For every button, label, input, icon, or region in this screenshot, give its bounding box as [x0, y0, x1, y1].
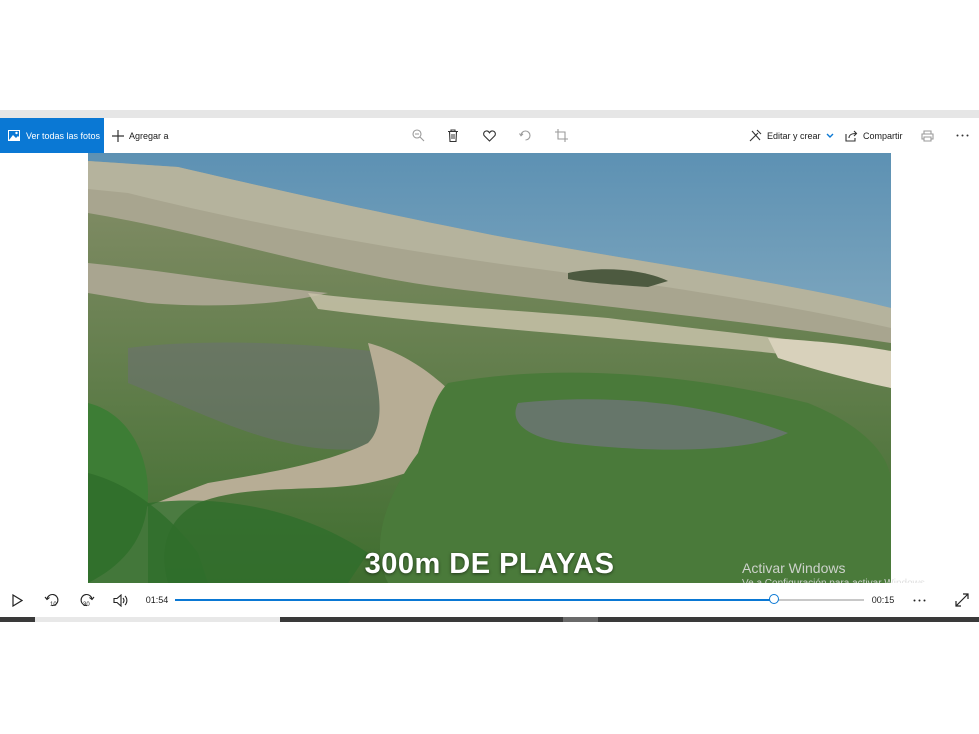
rotate-icon — [518, 130, 531, 141]
play-button[interactable] — [6, 583, 28, 617]
more-icon — [956, 134, 968, 137]
more-options-button[interactable] — [950, 118, 974, 153]
share-icon — [845, 130, 858, 142]
skip-forward-button[interactable]: 30 — [75, 583, 99, 617]
crop-icon — [554, 129, 568, 142]
volume-button[interactable] — [109, 583, 133, 617]
print-button[interactable] — [915, 118, 939, 153]
delete-icon — [448, 129, 458, 142]
edit-icon — [749, 129, 762, 142]
skip-forward-label: 30 — [83, 602, 90, 607]
view-all-photos-button[interactable]: Ver todas las fotos — [0, 118, 104, 153]
player-more-button[interactable] — [907, 583, 931, 617]
taskbar-app-button[interactable] — [563, 617, 598, 622]
delete-button[interactable] — [441, 118, 465, 153]
window-top-strip — [0, 110, 979, 118]
photos-toolbar: Ver todas las fotos Agregar a Editar y c… — [0, 118, 979, 153]
skip-back-button[interactable]: 10 — [40, 583, 64, 617]
more-icon — [913, 599, 925, 601]
taskbar-search-box[interactable] — [35, 617, 280, 622]
seek-progress — [175, 599, 775, 601]
image-icon — [8, 130, 20, 141]
watermark-title: Activar Windows — [742, 560, 846, 576]
play-icon — [11, 593, 23, 607]
view-all-photos-label: Ver todas las fotos — [26, 130, 101, 141]
add-to-button[interactable]: Agregar a — [112, 118, 169, 153]
skip-forward-icon: 30 — [80, 593, 95, 607]
add-to-label: Agregar a — [129, 130, 169, 141]
seek-thumb[interactable] — [769, 594, 780, 604]
fullscreen-icon — [955, 593, 969, 607]
skip-back-icon: 10 — [44, 593, 59, 607]
volume-icon — [113, 593, 128, 607]
aerial-beach-scene — [88, 153, 891, 583]
share-button[interactable]: Compartir — [845, 118, 903, 153]
favorite-button[interactable] — [477, 118, 501, 153]
edit-create-button[interactable]: Editar y crear — [749, 118, 834, 153]
edit-create-label: Editar y crear — [767, 130, 821, 141]
plus-icon — [112, 129, 124, 142]
remaining-time: 00:15 — [871, 595, 895, 605]
media-stage: 300m DE PLAYAS — [0, 153, 979, 583]
seek-bar[interactable] — [175, 594, 864, 604]
chevron-down-icon — [826, 133, 834, 138]
player-controls: 10 30 01:54 00:15 — [0, 583, 979, 617]
zoom-button[interactable] — [406, 118, 430, 153]
video-frame[interactable]: 300m DE PLAYAS — [88, 153, 891, 583]
rotate-button[interactable] — [513, 118, 537, 153]
skip-back-label: 10 — [50, 602, 57, 607]
print-icon — [920, 129, 934, 142]
share-label: Compartir — [863, 130, 903, 141]
taskbar-strip — [0, 617, 979, 622]
zoom-icon — [411, 129, 424, 142]
elapsed-time: 01:54 — [145, 595, 169, 605]
heart-icon — [482, 129, 496, 142]
crop-button[interactable] — [549, 118, 573, 153]
fullscreen-button[interactable] — [950, 583, 974, 617]
